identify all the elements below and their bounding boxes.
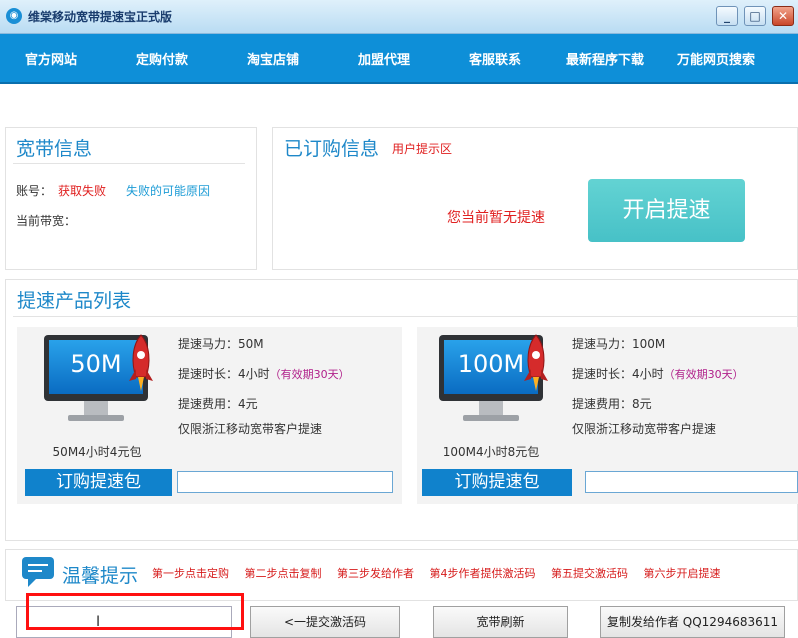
region-limit: 仅限浙江移动宽带客户提速 xyxy=(572,422,717,436)
account-label: 账号： xyxy=(16,184,53,198)
rocket-icon xyxy=(129,334,153,391)
highlight-box xyxy=(26,593,244,630)
buy-package-button[interactable]: 订购提速包 xyxy=(422,469,572,496)
chat-bubble-icon xyxy=(22,557,54,587)
fail-reason-link[interactable]: 失败的可能原因 xyxy=(126,182,210,199)
nav-franchise[interactable]: 加盟代理 xyxy=(358,49,410,68)
title-bar: ◉ 维棠移动宽带提速宝正式版 _ □ ✕ xyxy=(0,0,798,34)
product-card-50m: 50M 50M4小时4元包 提速马力：50M 提速时长：4小时（有效期30天） … xyxy=(17,327,402,504)
submit-activation-button[interactable]: <一提交激活码 xyxy=(250,606,400,638)
order-code-field[interactable] xyxy=(177,471,393,493)
nav-taobao-store[interactable]: 淘宝店铺 xyxy=(247,49,299,68)
maximize-icon: □ xyxy=(749,9,761,23)
window-title: 维棠移动宽带提速宝正式版 xyxy=(28,10,173,24)
account-value: 获取失败 xyxy=(58,184,107,198)
user-hint-label: 用户提示区 xyxy=(392,142,453,156)
package-name: 100M4小时8元包 xyxy=(442,445,540,459)
rocket-icon xyxy=(524,334,548,391)
nav-order-payment[interactable]: 定购付款 xyxy=(136,49,188,68)
copy-to-author-button[interactable]: 复制发给作者 QQ1294683611 xyxy=(600,606,785,638)
nav-latest-download[interactable]: 最新程序下载 xyxy=(566,49,644,68)
step-4: 第4步作者提供激活码 xyxy=(429,567,536,580)
speed-power: 提速马力：100M xyxy=(572,337,666,351)
speed-fee: 提速费用：4元 xyxy=(178,397,258,411)
start-speedup-button[interactable]: 开启提速 xyxy=(588,179,745,242)
divider xyxy=(13,163,245,164)
step-6: 第六步开启提速 xyxy=(643,567,721,580)
tips-title: 温馨提示 xyxy=(62,565,139,587)
speed-duration: 提速时长：4小时（有效期30天） xyxy=(178,367,350,381)
ordered-info-title: 已订购信息 xyxy=(284,138,380,160)
refresh-broadband-button[interactable]: 宽带刷新 xyxy=(433,606,568,638)
speed-power: 提速马力：50M xyxy=(178,337,264,351)
speed-fee: 提速费用：8元 xyxy=(572,397,652,411)
monitor-icon: 50M xyxy=(44,334,153,425)
broadband-info-title: 宽带信息 xyxy=(16,138,93,160)
products-title: 提速产品列表 xyxy=(17,290,132,312)
speed-status-text: 您当前暂无提速 xyxy=(447,210,545,226)
validity-note: （有效期30天） xyxy=(663,368,744,381)
minimize-icon: _ xyxy=(724,9,730,23)
steps-line: 第一步点击定购 第二步点击复制 第三步发给作者 第4步作者提供激活码 第五提交激… xyxy=(152,565,733,581)
speed-duration: 提速时长：4小时（有效期30天） xyxy=(572,367,744,381)
nav-bar: 官方网站 定购付款 淘宝店铺 加盟代理 客服联系 最新程序下载 万能网页搜索 xyxy=(0,34,798,84)
bandwidth-label: 当前带宽： xyxy=(16,214,77,228)
region-limit: 仅限浙江移动宽带客户提速 xyxy=(178,422,323,436)
maximize-button[interactable]: □ xyxy=(744,6,766,26)
validity-note: （有效期30天） xyxy=(269,368,350,381)
package-name: 50M4小时4元包 xyxy=(52,445,142,459)
order-code-field[interactable] xyxy=(585,471,798,493)
nav-official-site[interactable]: 官方网站 xyxy=(25,49,77,68)
monitor-icon: 100M xyxy=(439,334,548,425)
nav-web-search[interactable]: 万能网页搜索 xyxy=(677,49,755,68)
close-button[interactable]: ✕ xyxy=(772,6,794,26)
step-3: 第三步发给作者 xyxy=(337,567,414,580)
step-1: 第一步点击定购 xyxy=(152,567,229,580)
nav-customer-service[interactable]: 客服联系 xyxy=(469,49,521,68)
product-card-100m: 100M 100M4小时8元包 提速马力：100M 提速时长：4小时（有效期30… xyxy=(417,327,798,504)
minimize-button[interactable]: _ xyxy=(716,6,738,26)
buy-package-button[interactable]: 订购提速包 xyxy=(25,469,172,496)
step-2: 第二步点击复制 xyxy=(244,567,322,580)
step-5: 第五提交激活码 xyxy=(551,567,628,580)
close-icon: ✕ xyxy=(777,9,789,23)
divider xyxy=(13,316,798,317)
app-icon: ◉ xyxy=(6,8,22,24)
